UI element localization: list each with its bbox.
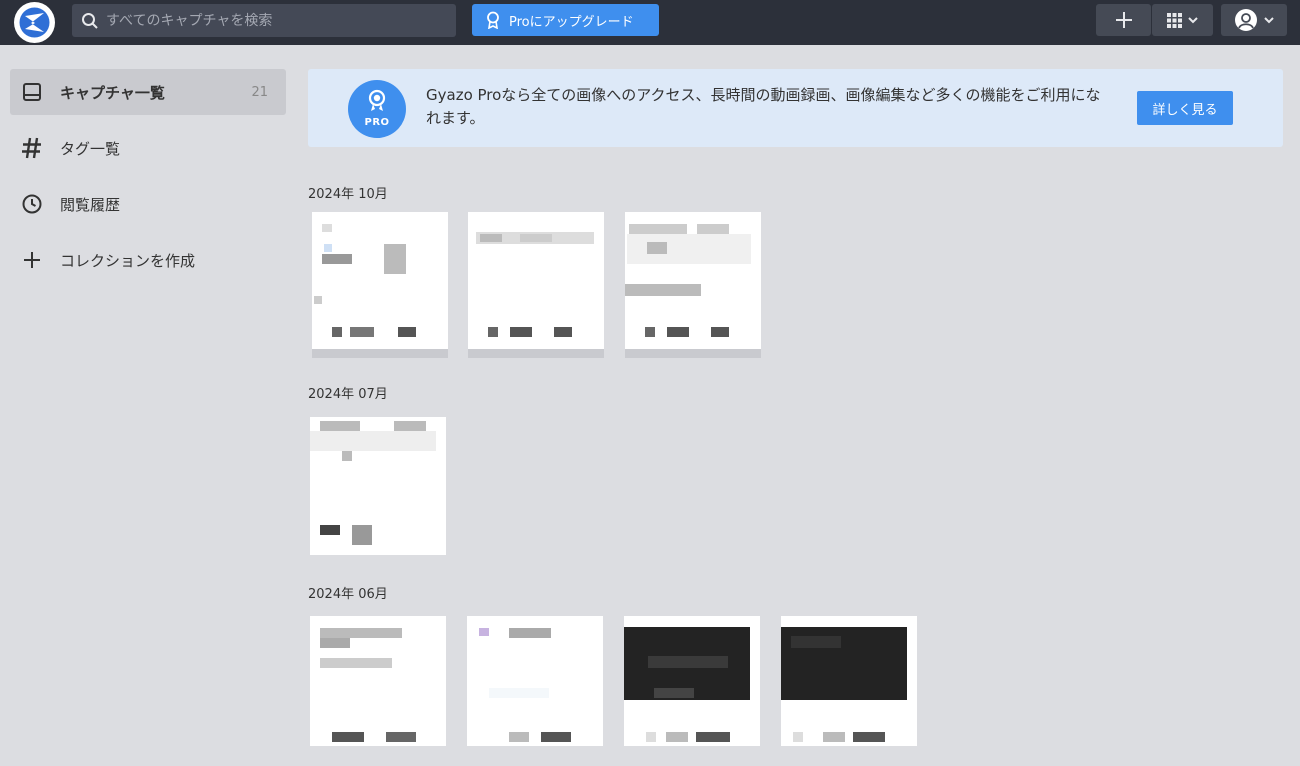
pro-badge-icon: PRO (348, 80, 406, 138)
learn-more-button[interactable]: 詳しく見る (1137, 91, 1233, 125)
user-menu-button[interactable] (1221, 4, 1287, 36)
plus-icon (24, 252, 40, 268)
sidebar-item-history[interactable]: 閲覧履歴 (10, 181, 286, 227)
sidebar-item-label: コレクションを作成 (60, 251, 196, 270)
award-icon (487, 11, 499, 29)
gyazo-logo-icon[interactable] (14, 2, 55, 43)
plus-icon (1115, 12, 1132, 28)
thumbnail-shadow (312, 349, 448, 358)
capture-thumbnail[interactable] (310, 616, 446, 746)
search-box[interactable] (72, 4, 456, 37)
sidebar-item-label: キャプチャ一覧 (60, 83, 165, 102)
sidebar-item-label: タグ一覧 (60, 139, 121, 158)
pro-promo-banner: PRO Gyazo Proなら全ての画像へのアクセス、長時間の動画録画、画像編集… (308, 69, 1283, 147)
upgrade-pro-button[interactable]: Proにアップグレード (472, 4, 659, 36)
new-capture-button[interactable] (1096, 4, 1151, 36)
capture-thumbnail[interactable] (312, 212, 448, 358)
grid-icon (1167, 12, 1182, 28)
captures-icon (23, 83, 41, 101)
capture-count-badge: 21 (251, 84, 268, 100)
capture-thumbnail[interactable] (310, 417, 446, 555)
chevron-down-icon (1264, 16, 1274, 23)
pro-badge-text: PRO (364, 117, 390, 128)
capture-thumbnail[interactable] (624, 616, 760, 746)
apps-menu-button[interactable] (1152, 4, 1213, 36)
month-heading: 2024年 07月 (308, 387, 388, 402)
hashtag-icon (22, 137, 41, 159)
upgrade-pro-label: Proにアップグレード (509, 14, 634, 30)
clock-icon (22, 194, 42, 214)
top-bar: Proにアップグレード (0, 0, 1300, 45)
banner-message: Gyazo Proなら全ての画像へのアクセス、長時間の動画録画、画像編集など多く… (426, 86, 1101, 127)
sidebar-item-tags[interactable]: タグ一覧 (10, 125, 286, 171)
search-icon (82, 13, 98, 29)
capture-thumbnail[interactable] (781, 616, 917, 746)
sidebar-item-captures[interactable]: キャプチャ一覧 21 (10, 69, 286, 115)
thumbnail-shadow (468, 349, 604, 358)
sidebar-item-create-collection[interactable]: コレクションを作成 (10, 237, 286, 283)
user-avatar-icon (1235, 9, 1257, 31)
thumbnail-shadow (625, 349, 761, 358)
capture-thumbnail[interactable] (467, 616, 603, 746)
month-heading: 2024年 10月 (308, 187, 388, 202)
month-heading: 2024年 06月 (308, 587, 388, 602)
sidebar-item-label: 閲覧履歴 (60, 195, 121, 214)
capture-thumbnail[interactable] (468, 212, 604, 358)
capture-thumbnail[interactable] (625, 212, 761, 358)
chevron-down-icon (1188, 16, 1198, 23)
search-input[interactable] (106, 4, 446, 37)
